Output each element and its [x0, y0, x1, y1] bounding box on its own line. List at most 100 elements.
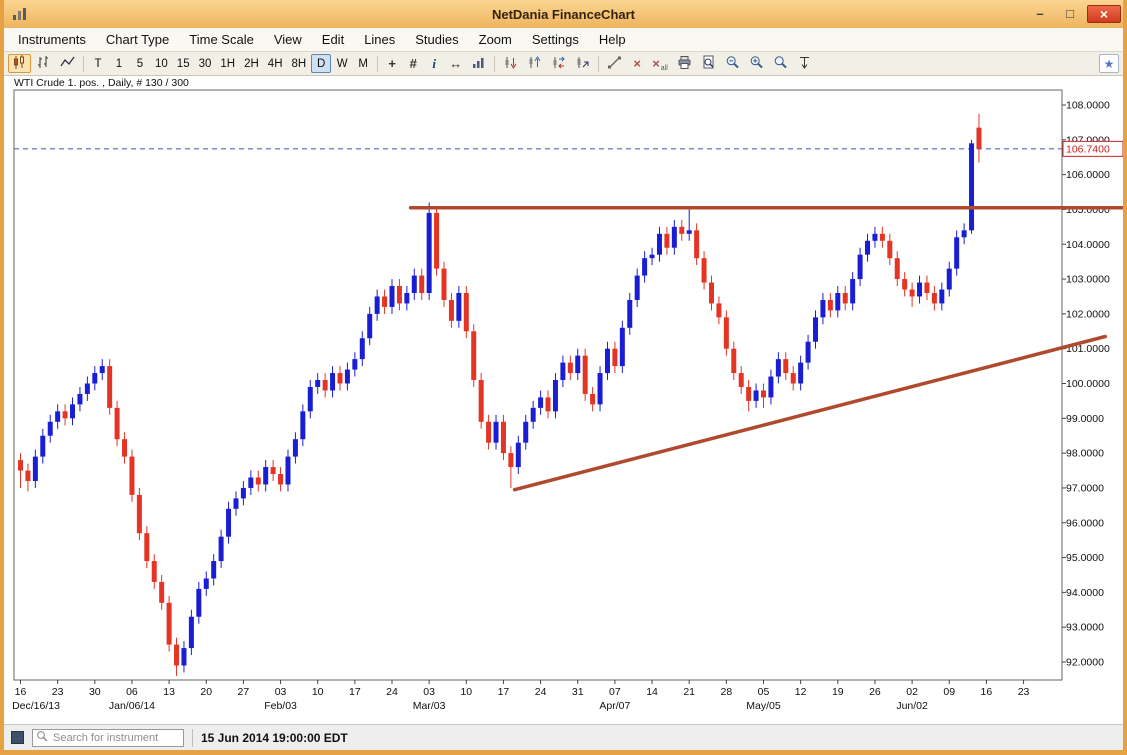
candle-body: [159, 582, 164, 603]
search-icon: [36, 729, 48, 747]
x-axis-label: 27: [238, 686, 250, 698]
candle-body: [702, 258, 707, 282]
x-axis-label: 31: [572, 686, 584, 698]
y-axis-label: 100.0000: [1066, 378, 1110, 390]
candle-body: [390, 286, 395, 307]
candle-marker-tool-4-button[interactable]: [571, 54, 594, 73]
timeframe-tick-button[interactable]: T: [88, 54, 108, 73]
candle-body: [910, 290, 915, 297]
candle-body: [337, 373, 342, 383]
minimize-button[interactable]: –: [1027, 5, 1053, 23]
remove-all-lines-button[interactable]: ×all: [648, 54, 672, 73]
maximize-button[interactable]: □: [1057, 5, 1083, 23]
candle-body: [25, 471, 30, 481]
candle-body: [776, 359, 781, 376]
candle-body: [872, 234, 877, 241]
candle-body: [404, 293, 409, 303]
candle-body: [858, 255, 863, 279]
menu-time-scale[interactable]: Time Scale: [179, 29, 264, 50]
menu-instruments[interactable]: Instruments: [8, 29, 96, 50]
connection-status-icon: [11, 731, 24, 744]
scroll-chart-button[interactable]: ↔: [445, 54, 466, 73]
chart-type-line-button[interactable]: [56, 54, 79, 73]
x-axis-month-label: Feb/03: [264, 700, 297, 712]
x-axis-month-label: Jan/06/14: [109, 700, 155, 712]
trend-line-tool-button[interactable]: [603, 54, 626, 73]
volume-histogram-icon: [471, 55, 486, 73]
close-button[interactable]: ×: [1087, 5, 1121, 23]
zoom-area-button[interactable]: [769, 54, 792, 73]
candle-body: [33, 457, 38, 481]
candle-body: [494, 422, 499, 443]
volume-button[interactable]: [467, 54, 490, 73]
search-input[interactable]: [51, 731, 180, 745]
candle-body: [323, 380, 328, 390]
menu-settings[interactable]: Settings: [522, 29, 589, 50]
info-button[interactable]: i: [424, 54, 444, 73]
candle-marker-tool-1-button[interactable]: [499, 54, 522, 73]
zoom-in-button[interactable]: [745, 54, 768, 73]
timeframe-weekly-button[interactable]: W: [332, 54, 352, 73]
zoom-out-button[interactable]: [721, 54, 744, 73]
timeframe-15m-button[interactable]: 15: [173, 54, 194, 73]
x-axis-label: 26: [869, 686, 881, 698]
horizontal-arrows-icon: ↔: [449, 56, 462, 71]
candle-body: [568, 363, 573, 373]
menu-view[interactable]: View: [264, 29, 312, 50]
candle-body: [865, 241, 870, 255]
candle-body: [709, 283, 714, 304]
print-preview-button[interactable]: [697, 54, 720, 73]
timeframe-8h-button[interactable]: 8H: [288, 54, 311, 73]
timeframe-daily-button[interactable]: D: [311, 54, 331, 73]
instrument-search-box[interactable]: [32, 729, 184, 747]
chart-type-bars-button[interactable]: [32, 54, 55, 73]
timeframe-4h-button[interactable]: 4H: [264, 54, 287, 73]
candle-body: [538, 397, 543, 407]
y-axis-label: 105.0000: [1066, 204, 1110, 216]
y-axis-label: 98.0000: [1066, 448, 1104, 460]
candle-body: [211, 561, 216, 578]
candle-body: [516, 443, 521, 467]
x-axis-label: 23: [1018, 686, 1030, 698]
timeframe-30m-button[interactable]: 30: [195, 54, 216, 73]
candle-body: [144, 533, 149, 561]
candle-body: [419, 276, 424, 293]
window-title: NetDania FinanceChart: [4, 7, 1123, 22]
chart-type-candlestick-button[interactable]: [8, 54, 31, 73]
x-axis-label: 16: [15, 686, 27, 698]
menu-help[interactable]: Help: [589, 29, 636, 50]
print-button[interactable]: [673, 54, 696, 73]
candle-body: [791, 373, 796, 383]
candle-marker-tool-2-button[interactable]: [523, 54, 546, 73]
menu-zoom[interactable]: Zoom: [469, 29, 522, 50]
candle-body: [442, 269, 447, 300]
timeframe-1h-button[interactable]: 1H: [216, 54, 239, 73]
separator: [598, 56, 599, 72]
menu-studies[interactable]: Studies: [405, 29, 468, 50]
candle-body: [486, 422, 491, 443]
candle-marker-tool-3-button[interactable]: [547, 54, 570, 73]
timeframe-2h-button[interactable]: 2H: [240, 54, 263, 73]
timeframe-monthly-button[interactable]: M: [353, 54, 373, 73]
magnifier-icon: [773, 55, 788, 73]
favorites-button[interactable]: ★: [1099, 54, 1119, 73]
candle-body: [664, 234, 669, 248]
price-chart[interactable]: 92.000093.000094.000095.000096.000097.00…: [4, 76, 1123, 724]
remove-line-button[interactable]: ×: [627, 54, 647, 73]
menu-edit[interactable]: Edit: [312, 29, 354, 50]
candle-body: [293, 439, 298, 456]
auto-scale-button[interactable]: [793, 54, 816, 73]
titlebar[interactable]: NetDania FinanceChart – □ ×: [4, 0, 1123, 28]
x-axis-month-label: Apr/07: [599, 700, 630, 712]
candle-body: [115, 408, 120, 439]
candle-body: [635, 276, 640, 300]
menu-chart-type[interactable]: Chart Type: [96, 29, 179, 50]
candle-body: [248, 477, 253, 487]
menu-lines[interactable]: Lines: [354, 29, 405, 50]
timeframe-1m-button[interactable]: 1: [109, 54, 129, 73]
candle-body: [167, 603, 172, 645]
timeframe-10m-button[interactable]: 10: [151, 54, 172, 73]
timeframe-5m-button[interactable]: 5: [130, 54, 150, 73]
grid-button[interactable]: #: [403, 54, 423, 73]
crosshair-button[interactable]: +: [382, 54, 402, 73]
